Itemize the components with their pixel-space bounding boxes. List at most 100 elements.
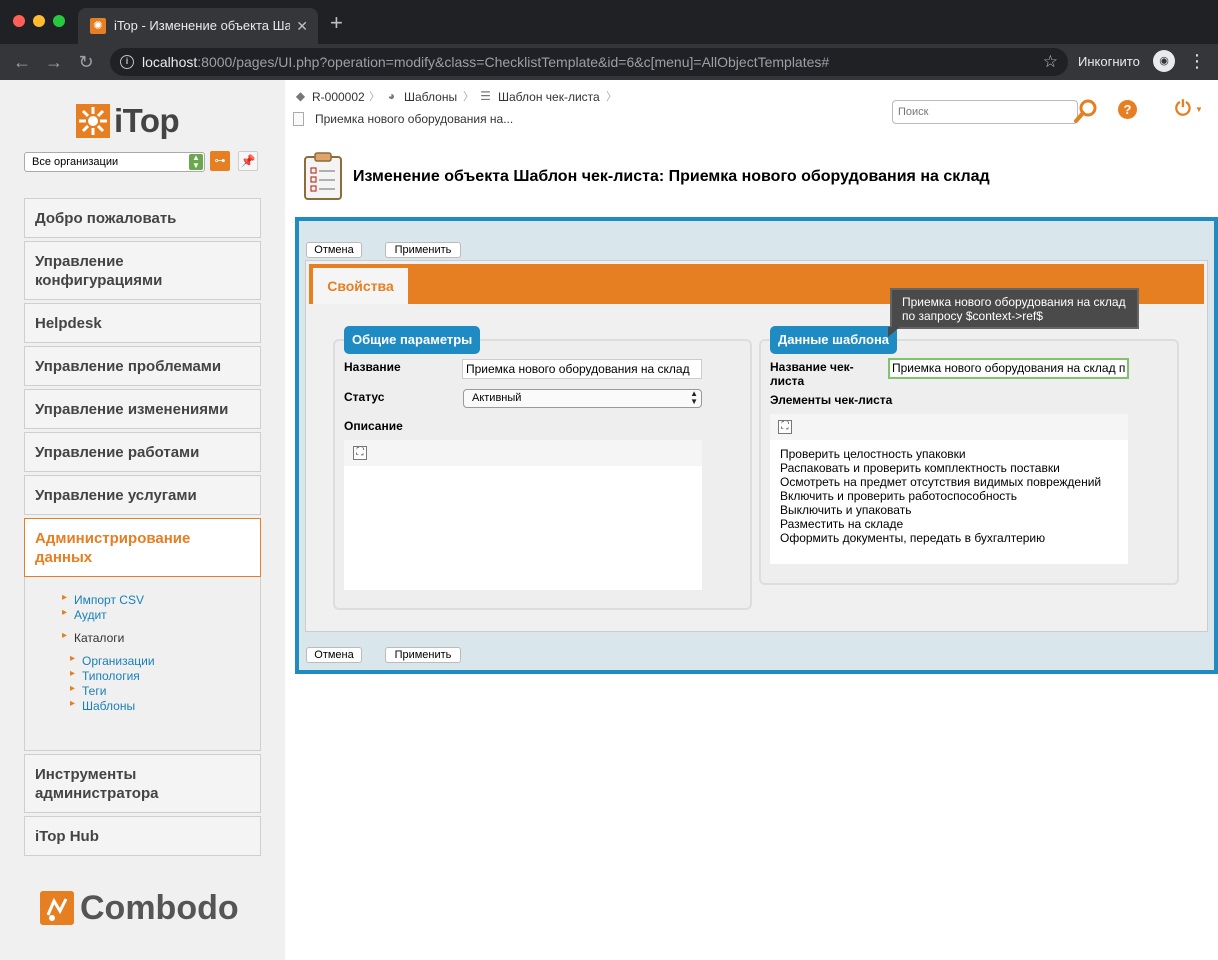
power-icon[interactable]: ⏻ bbox=[1175, 98, 1191, 120]
combodo-logo[interactable]: Combodo bbox=[40, 888, 240, 928]
search-icon[interactable] bbox=[1073, 98, 1099, 124]
url-path: :8000/pages/UI.php?operation=modify&clas… bbox=[197, 54, 830, 70]
breadcrumb-separator-icon: 〉 bbox=[606, 91, 617, 103]
help-icon[interactable]: ? bbox=[1118, 100, 1137, 119]
itop-logo-icon bbox=[76, 104, 110, 138]
submenu-templates[interactable]: Шаблоны bbox=[70, 697, 135, 713]
breadcrumb-item-templates[interactable]: Шаблоны bbox=[404, 89, 457, 105]
status-select[interactable]: Активный ▲ ▼ bbox=[463, 389, 702, 408]
search-input[interactable]: Поиск bbox=[892, 100, 1078, 124]
apply-button-bottom[interactable]: Применить bbox=[385, 647, 461, 663]
pie-chart-icon: ◕ bbox=[387, 89, 396, 103]
back-arrow-icon[interactable]: ← bbox=[10, 50, 34, 74]
close-window-button[interactable] bbox=[13, 15, 25, 27]
menu-admin-tools[interactable]: Инструменты администратора bbox=[24, 754, 261, 813]
org-hierarchy-button[interactable]: ⊶ bbox=[210, 151, 230, 171]
minimize-window-button[interactable] bbox=[33, 15, 45, 27]
status-label: Статус bbox=[344, 390, 385, 404]
checklist-item: Проверить целостность упаковки bbox=[780, 447, 966, 461]
menu-welcome[interactable]: Добро пожаловать bbox=[24, 198, 261, 238]
select-arrows-icon: ▲ ▼ bbox=[189, 154, 203, 170]
address-bar[interactable]: i localhost:8000/pages/UI.php?operation=… bbox=[110, 48, 1068, 76]
menu-helpdesk[interactable]: Helpdesk bbox=[24, 303, 261, 343]
name-label: Название bbox=[344, 360, 401, 374]
browser-tab-bar: ✺ iTop - Изменение объекта Шаблон чек-ли… bbox=[0, 0, 1218, 44]
incognito-label: Инкогнито bbox=[1078, 54, 1140, 69]
submenu-audit[interactable]: Аудит bbox=[62, 606, 107, 622]
tooltip-line-1: Приемка нового оборудования на склад bbox=[902, 295, 1126, 309]
reload-icon[interactable]: ↻ bbox=[74, 50, 98, 74]
breadcrumb-item-checklist-template[interactable]: Шаблон чек-листа bbox=[498, 89, 600, 105]
list-icon: ☰ bbox=[480, 89, 491, 103]
checklist-item: Выключить и упаковать bbox=[780, 503, 912, 517]
description-label: Описание bbox=[344, 419, 403, 433]
checklist-name-label: Название чек-листа bbox=[770, 360, 854, 388]
breadcrumb-separator-icon: 〉 bbox=[463, 91, 474, 103]
cancel-button-bottom[interactable]: Отмена bbox=[306, 647, 362, 663]
maximize-icon[interactable]: ⛶ bbox=[353, 446, 367, 460]
menu-change-management[interactable]: Управление изменениями bbox=[24, 389, 261, 429]
name-input[interactable]: Приемка нового оборудования на склад bbox=[462, 359, 702, 379]
site-info-icon[interactable]: i bbox=[120, 55, 134, 69]
checklist-item: Распаковать и проверить комплектность по… bbox=[780, 461, 1060, 475]
status-select-value: Активный bbox=[472, 392, 522, 404]
tooltip-pointer bbox=[888, 327, 900, 337]
checklist-items-editor[interactable]: ⛶ Проверить целостность упаковки Распако… bbox=[770, 414, 1128, 564]
menu-service-management[interactable]: Управление услугами bbox=[24, 475, 261, 515]
data-administration-submenu: Импорт CSV Аудит Каталоги Организации Ти… bbox=[24, 577, 261, 751]
browser-menu-icon[interactable]: ⋮ bbox=[1188, 50, 1206, 72]
submenu-typology[interactable]: Типология bbox=[70, 667, 140, 683]
maximize-icon[interactable]: ⛶ bbox=[778, 420, 792, 434]
submenu-catalogs[interactable]: Каталоги bbox=[62, 629, 124, 645]
checklist-items-label: Элементы чек-листа bbox=[770, 393, 893, 407]
tab-properties[interactable]: Свойства bbox=[313, 268, 408, 304]
page-title: Изменение объекта Шаблон чек-листа: Прие… bbox=[353, 168, 990, 185]
checklist-item: Оформить документы, передать в бухгалтер… bbox=[780, 531, 1046, 545]
breadcrumb-current[interactable]: Приемка нового оборудования на... bbox=[315, 111, 513, 127]
itop-logo[interactable]: iTop bbox=[76, 102, 186, 142]
apply-button-top[interactable]: Применить bbox=[385, 242, 461, 258]
combodo-logo-icon bbox=[40, 891, 74, 925]
checklist-name-input[interactable]: Приемка нового оборудования на склад п bbox=[888, 358, 1129, 379]
submenu-tags[interactable]: Теги bbox=[70, 682, 107, 698]
organization-select-value: Все организации bbox=[32, 156, 119, 168]
itop-logo-text: iTop bbox=[114, 102, 180, 139]
bookmark-star-icon[interactable]: ☆ bbox=[1043, 52, 1058, 72]
url-host: localhost bbox=[142, 54, 198, 70]
new-tab-icon[interactable]: + bbox=[330, 12, 343, 34]
maximize-window-button[interactable] bbox=[53, 15, 65, 27]
browser-tab-title: iTop - Изменение объекта Шаблон чек-лист… bbox=[114, 18, 290, 33]
incognito-icon[interactable]: ◉ bbox=[1153, 50, 1175, 72]
cancel-button-top[interactable]: Отмена bbox=[306, 242, 362, 258]
diamond-icon: ◆ bbox=[295, 89, 306, 103]
editor-toolbar bbox=[770, 414, 1128, 440]
checklist-item: Осмотреть на предмет отсутствия видимых … bbox=[780, 475, 1102, 489]
browser-tab[interactable]: ✺ iTop - Изменение объекта Шаблон чек-ли… bbox=[78, 8, 318, 44]
description-editor[interactable]: ⛶ bbox=[344, 440, 702, 590]
address-url[interactable]: localhost:8000/pages/UI.php?operation=mo… bbox=[142, 54, 829, 70]
submenu-organizations[interactable]: Организации bbox=[70, 652, 155, 668]
select-arrows-icon: ▲ ▼ bbox=[690, 389, 698, 406]
menu-itop-hub[interactable]: iTop Hub bbox=[24, 816, 261, 856]
menu-problem-management[interactable]: Управление проблемами bbox=[24, 346, 261, 386]
checklist-item: Включить и проверить работоспособность bbox=[780, 489, 1017, 503]
breadcrumb-separator-icon: 〉 bbox=[369, 91, 380, 103]
general-params-legend: Общие параметры bbox=[344, 326, 481, 354]
tooltip-line-2: по запросу $context->ref$ bbox=[902, 309, 1043, 323]
breadcrumb-item-request[interactable]: R-000002 bbox=[312, 89, 365, 105]
chevron-down-icon[interactable]: ▼ bbox=[1195, 105, 1203, 115]
menu-work-management[interactable]: Управление работами bbox=[24, 432, 261, 472]
forward-arrow-icon[interactable]: → bbox=[42, 50, 66, 74]
menu-data-administration[interactable]: Администрирование данных bbox=[24, 518, 261, 577]
close-tab-icon[interactable]: ✕ bbox=[296, 17, 308, 35]
tooltip: Приемка нового оборудования на склад по … bbox=[890, 288, 1139, 329]
pin-icon[interactable]: 📌 bbox=[238, 151, 258, 171]
template-data-legend: Данные шаблона bbox=[770, 326, 898, 354]
submenu-import-csv[interactable]: Импорт CSV bbox=[62, 591, 144, 607]
editor-toolbar bbox=[344, 440, 702, 466]
clipboard-checklist-icon bbox=[304, 152, 342, 200]
combodo-logo-text: Combodo bbox=[80, 889, 239, 927]
organization-select[interactable]: Все организации ▲ ▼ bbox=[24, 152, 205, 172]
checklist-item: Разместить на складе bbox=[780, 517, 904, 531]
menu-config-management[interactable]: Управление конфигурациями bbox=[24, 241, 261, 300]
